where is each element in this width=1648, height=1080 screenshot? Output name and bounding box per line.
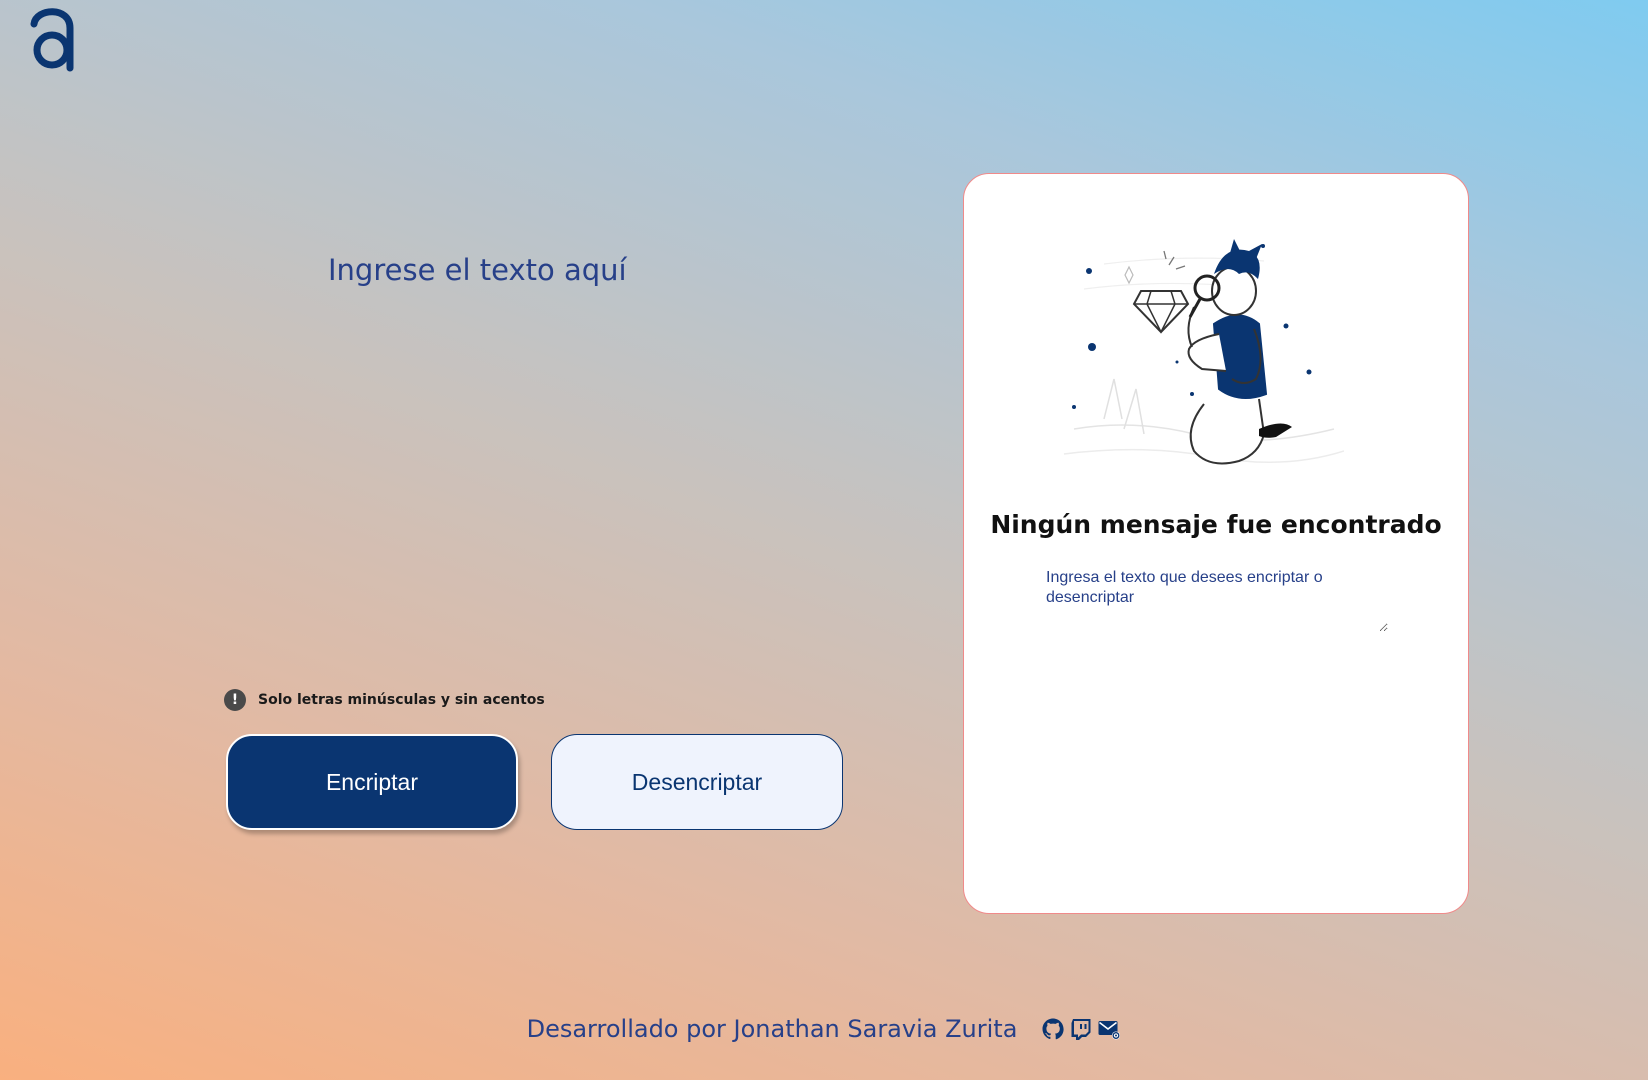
alura-logo-icon[interactable] bbox=[28, 4, 78, 72]
decrypt-button[interactable]: Desencriptar bbox=[551, 734, 843, 830]
encrypt-button[interactable]: Encriptar bbox=[226, 734, 518, 830]
exclamation-circle-icon: ! bbox=[224, 689, 246, 711]
hint-text: Solo letras minúsculas y sin acentos bbox=[258, 692, 545, 708]
input-text-area[interactable] bbox=[328, 250, 888, 630]
input-hint: ! Solo letras minúsculas y sin acentos bbox=[224, 689, 545, 711]
result-panel: Ningún mensaje fue encontrado bbox=[963, 173, 1469, 914]
result-output-area[interactable] bbox=[1044, 564, 1388, 632]
footer-credit: Desarrollado por Jonathan Saravia Zurita bbox=[526, 1015, 1018, 1043]
footer-social-links bbox=[1041, 1017, 1121, 1041]
result-title: Ningún mensaje fue encontrado bbox=[990, 510, 1442, 539]
email-icon[interactable] bbox=[1097, 1017, 1121, 1041]
github-icon[interactable] bbox=[1041, 1017, 1065, 1041]
twitch-icon[interactable] bbox=[1069, 1017, 1093, 1041]
footer: Desarrollado por Jonathan Saravia Zurita bbox=[0, 1015, 1648, 1043]
person-with-magnifying-glass-illustration bbox=[1063, 239, 1344, 465]
